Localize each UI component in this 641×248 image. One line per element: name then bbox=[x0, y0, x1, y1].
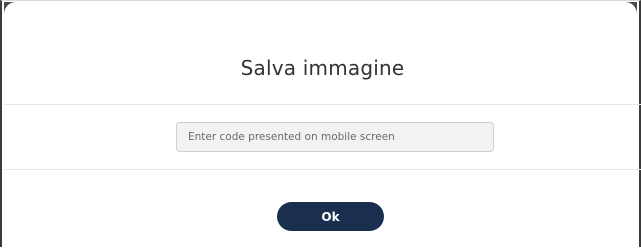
ok-button[interactable]: Ok bbox=[277, 202, 384, 231]
dialog-window: Salva immagine Ok bbox=[0, 0, 641, 247]
code-input[interactable] bbox=[176, 122, 494, 152]
dialog-header: Salva immagine bbox=[4, 2, 641, 105]
dialog-body bbox=[4, 105, 641, 170]
dialog-title: Salva immagine bbox=[240, 56, 405, 80]
dialog-footer: Ok bbox=[4, 170, 641, 248]
